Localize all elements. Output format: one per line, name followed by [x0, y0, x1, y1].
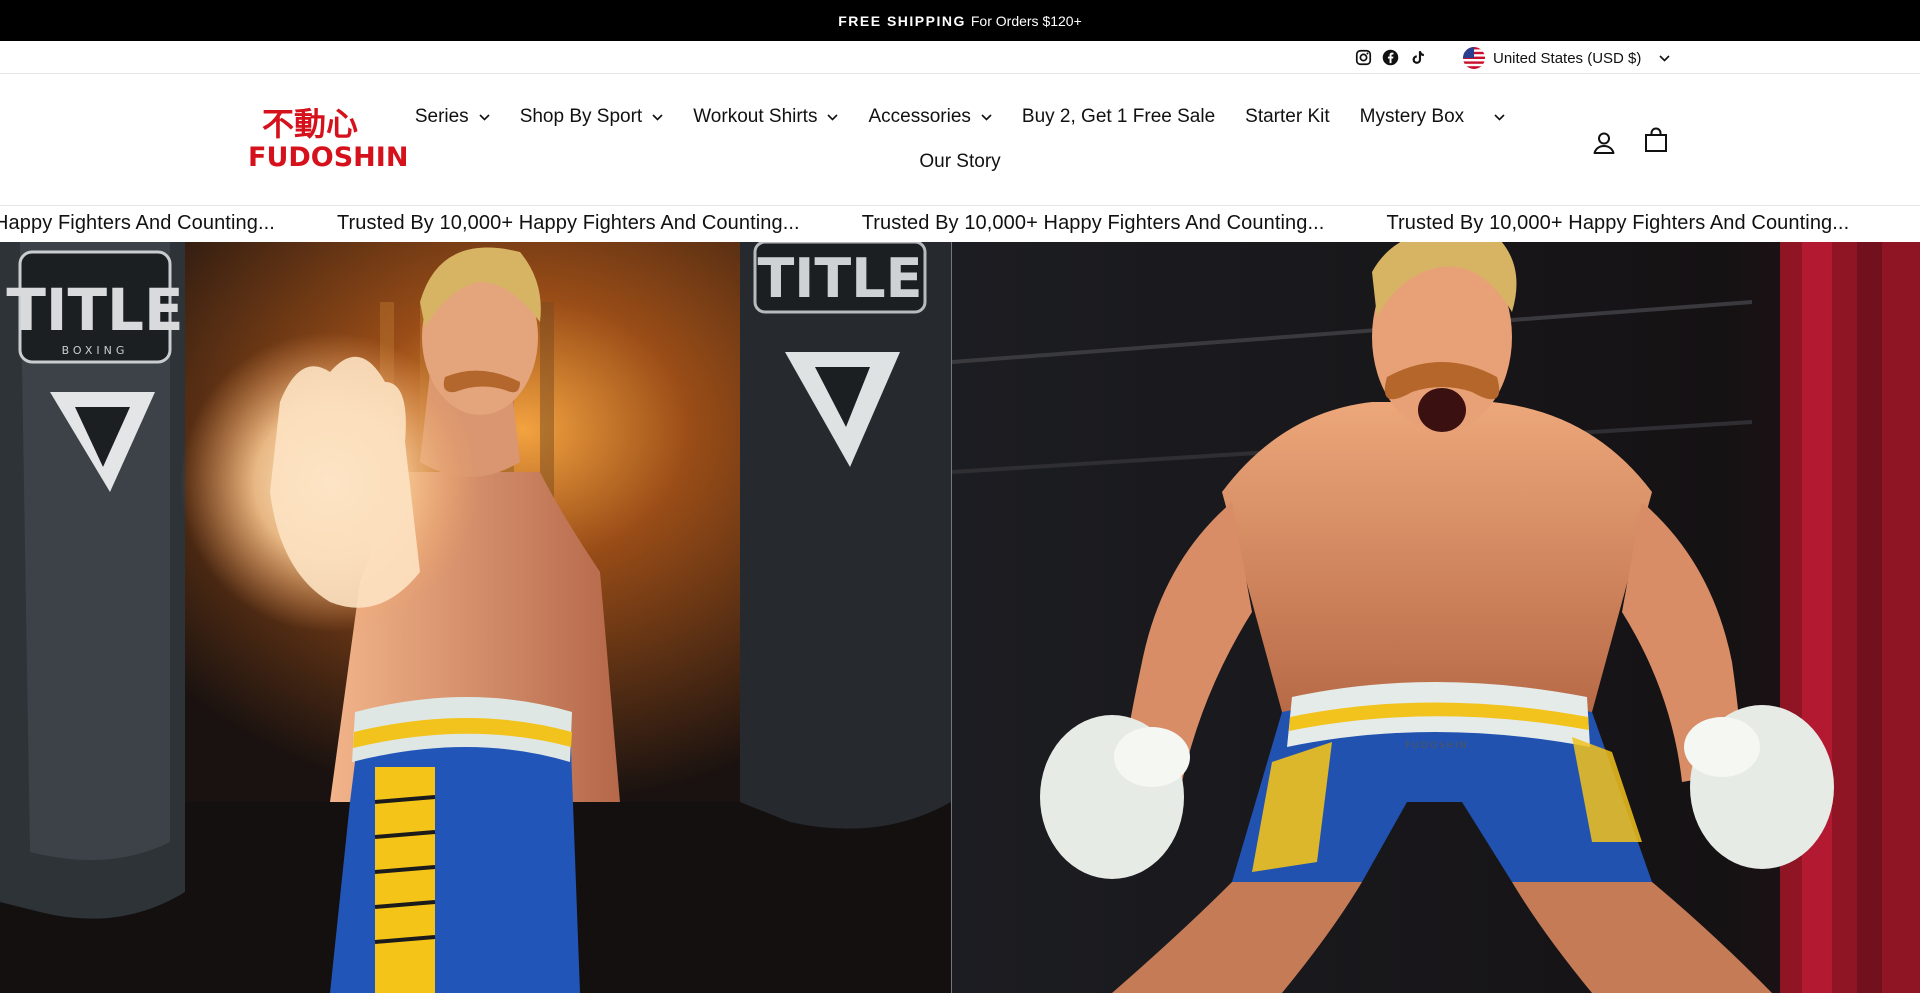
svg-text:TITLE: TITLE — [6, 276, 183, 344]
us-flag-icon — [1463, 47, 1485, 69]
nav-label: Accessories — [868, 106, 971, 127]
marquee-item: 0,000+ Happy Fighters And Counting... — [0, 212, 275, 234]
chevron-down-icon — [1659, 54, 1670, 62]
chevron-down-icon — [981, 113, 992, 121]
nav-item-starter-kit[interactable]: Starter Kit — [1230, 105, 1344, 129]
svg-text:BOXING: BOXING — [62, 344, 129, 357]
hero-image-left[interactable]: TITLE BOXING TITLE — [0, 242, 951, 993]
nav-label: Our Story — [919, 151, 1001, 172]
instagram-icon[interactable] — [1355, 49, 1372, 66]
hero-banner[interactable]: TITLE BOXING TITLE FUDOSHIN — [0, 242, 1920, 993]
nav-item-mystery-box[interactable]: Mystery Box — [1345, 105, 1480, 129]
marquee-item: Trusted By 10,000+ Happy Fighters And Co… — [336, 212, 800, 234]
nav-item-accessories[interactable]: Accessories — [853, 105, 1006, 129]
nav-label: Series — [414, 106, 469, 127]
trust-marquee: 0,000+ Happy Fighters And Counting... Tr… — [0, 205, 1920, 242]
nav-item-series[interactable]: Series — [400, 105, 505, 129]
announcement-bold: FREE SHIPPING — [838, 12, 966, 29]
marquee-item: Trusted By 10,000+ Happy Fighters And Co… — [861, 212, 1325, 234]
nav-item-shop-by-sport[interactable]: Shop By Sport — [505, 105, 679, 129]
svg-text:TITLE: TITLE — [757, 247, 922, 310]
nav-label: Buy 2, Get 1 Free Sale — [1021, 106, 1216, 127]
marquee-item: Trusted By 10,000+ Happy Fighters And Co… — [1386, 212, 1850, 234]
announcement-text: For Orders $120+ — [970, 12, 1082, 29]
nav-item-workout-shirts[interactable]: Workout Shirts — [678, 105, 853, 129]
country-selector[interactable]: United States (USD $) — [1463, 47, 1670, 69]
country-label: United States (USD $) — [1493, 49, 1642, 67]
main-nav: Series Shop By Sport Workout Shirts Acce… — [0, 105, 1920, 129]
chevron-down-icon — [1494, 113, 1505, 121]
nav-more-dropdown[interactable] — [1479, 105, 1520, 129]
chevron-down-icon — [479, 113, 490, 121]
account-icon[interactable] — [1591, 130, 1617, 156]
nav-label: Shop By Sport — [519, 106, 643, 127]
main-nav-second-row: Our Story — [0, 150, 1920, 174]
nav-label: Workout Shirts — [693, 106, 818, 127]
nav-label: Mystery Box — [1359, 106, 1465, 127]
nav-item-buy-2-get-1[interactable]: Buy 2, Get 1 Free Sale — [1007, 105, 1230, 129]
nav-label: Starter Kit — [1245, 106, 1330, 127]
chevron-down-icon — [827, 113, 839, 121]
svg-text:FUDOSHIN: FUDOSHIN — [1405, 741, 1469, 751]
cart-icon[interactable] — [1643, 127, 1669, 153]
utility-bar: United States (USD $) — [0, 41, 1920, 74]
hero-image-right[interactable]: FUDOSHIN — [952, 242, 1920, 993]
chevron-down-icon — [652, 113, 663, 121]
site-header: 不動心 FUDOSHIN Series Shop By Sport Workou… — [0, 74, 1920, 205]
tiktok-icon[interactable] — [1409, 49, 1426, 66]
facebook-icon[interactable] — [1382, 49, 1399, 66]
nav-item-our-story[interactable]: Our Story — [904, 150, 1015, 174]
social-links — [1355, 49, 1426, 66]
announcement-bar: FREE SHIPPING For Orders $120+ — [0, 0, 1920, 41]
